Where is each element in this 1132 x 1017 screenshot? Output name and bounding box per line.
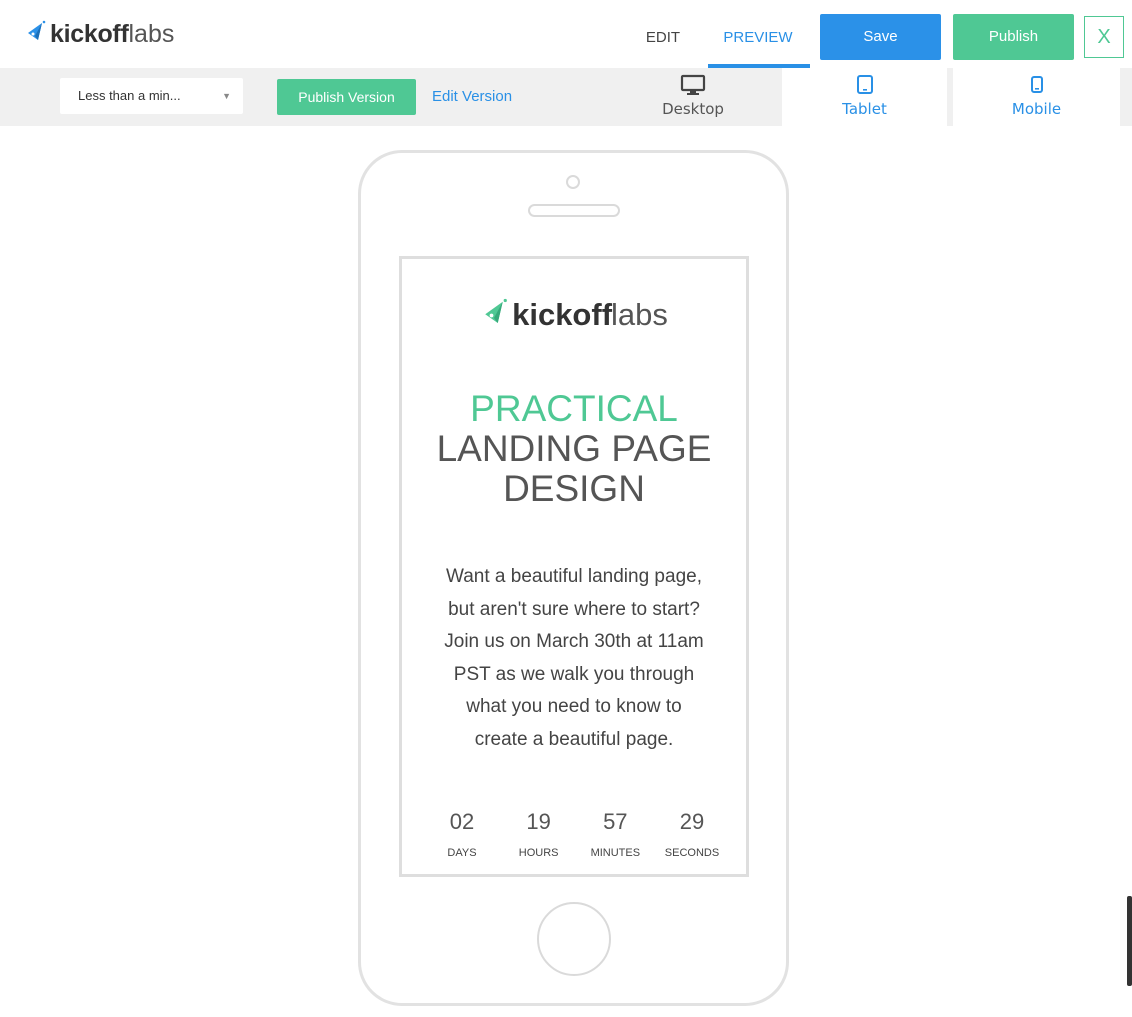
rocket-flask-icon	[480, 298, 508, 332]
body-line: Want a beautiful landing page,	[446, 566, 702, 587]
countdown-minutes: 57 MINUTES	[579, 807, 651, 859]
save-button[interactable]: Save	[820, 14, 941, 60]
countdown-days: 02 DAYS	[426, 807, 498, 859]
body-line: Join us on March 30th at 11am	[444, 631, 704, 652]
brand-logo[interactable]: kickoff labs	[24, 14, 174, 54]
tablet-icon	[782, 74, 947, 96]
countdown-timer: 02 DAYS 19 HOURS 57 MINUTES 29 SECONDS	[426, 807, 728, 859]
phone-speaker	[528, 204, 620, 217]
body-line: PST as we walk you through	[453, 663, 695, 685]
device-mobile-label: Mobile	[1011, 100, 1062, 118]
preview-screen: kickoff labs PRACTICAL LANDING PAGE DESI…	[399, 256, 749, 877]
device-tablet-label: Tablet	[842, 100, 887, 118]
preview-brand-name-bold: kickoff	[512, 297, 613, 332]
device-tablet-button[interactable]: Tablet	[782, 68, 947, 126]
countdown-value: 02	[449, 809, 475, 834]
countdown-label: DAYS	[447, 847, 477, 859]
preview-body-copy: Want a beautiful landing page, but aren'…	[424, 561, 724, 756]
publish-version-button[interactable]: Publish Version	[277, 79, 416, 115]
rocket-flask-icon	[24, 20, 46, 48]
countdown-label: SECONDS	[664, 847, 720, 859]
tab-edit[interactable]: EDIT	[632, 18, 694, 58]
headline-accent: PRACTICAL	[470, 388, 678, 429]
top-bar: kickoff labs EDIT PREVIEW Save Publish X	[0, 0, 1132, 68]
device-desktop-button[interactable]: Desktop	[618, 68, 768, 126]
scrollbar-handle[interactable]	[1127, 896, 1132, 986]
version-select-value: Less than a min...	[78, 88, 181, 103]
headline-line-2: LANDING PAGE	[436, 428, 712, 469]
countdown-value: 29	[679, 809, 705, 834]
preview-brand-logo: kickoff labs	[402, 297, 746, 333]
countdown-hours: 19 HOURS	[503, 807, 575, 859]
countdown-label: HOURS	[518, 847, 559, 859]
tab-preview[interactable]: PREVIEW	[708, 18, 808, 58]
device-desktop-label: Desktop	[662, 100, 724, 118]
countdown-value: 19	[526, 809, 551, 834]
publish-button[interactable]: Publish	[953, 14, 1074, 60]
countdown-seconds: 29 SECONDS	[656, 807, 728, 859]
preview-brand-name-light: labs	[611, 297, 668, 332]
desktop-icon	[618, 74, 768, 96]
phone-home-button	[537, 902, 611, 976]
brand-name-light: labs	[128, 19, 175, 48]
mobile-icon	[953, 74, 1120, 96]
body-line: but aren't sure where to start?	[448, 598, 700, 620]
phone-camera	[566, 175, 580, 189]
body-line: create a beautiful page.	[474, 728, 674, 750]
countdown-value: 57	[603, 809, 628, 834]
chevron-down-icon: ▼	[222, 91, 231, 101]
close-button[interactable]: X	[1084, 16, 1124, 58]
device-mobile-button[interactable]: Mobile	[953, 68, 1120, 126]
preview-headline: PRACTICAL LANDING PAGE DESIGN	[402, 389, 746, 509]
headline-line-3: DESIGN	[503, 468, 645, 509]
version-select[interactable]: Less than a min... ▼	[60, 78, 243, 114]
countdown-label: MINUTES	[590, 847, 641, 859]
edit-version-link[interactable]: Edit Version	[432, 79, 512, 115]
brand-name-bold: kickoff	[50, 19, 129, 48]
body-line: what you need to know to	[466, 696, 682, 717]
